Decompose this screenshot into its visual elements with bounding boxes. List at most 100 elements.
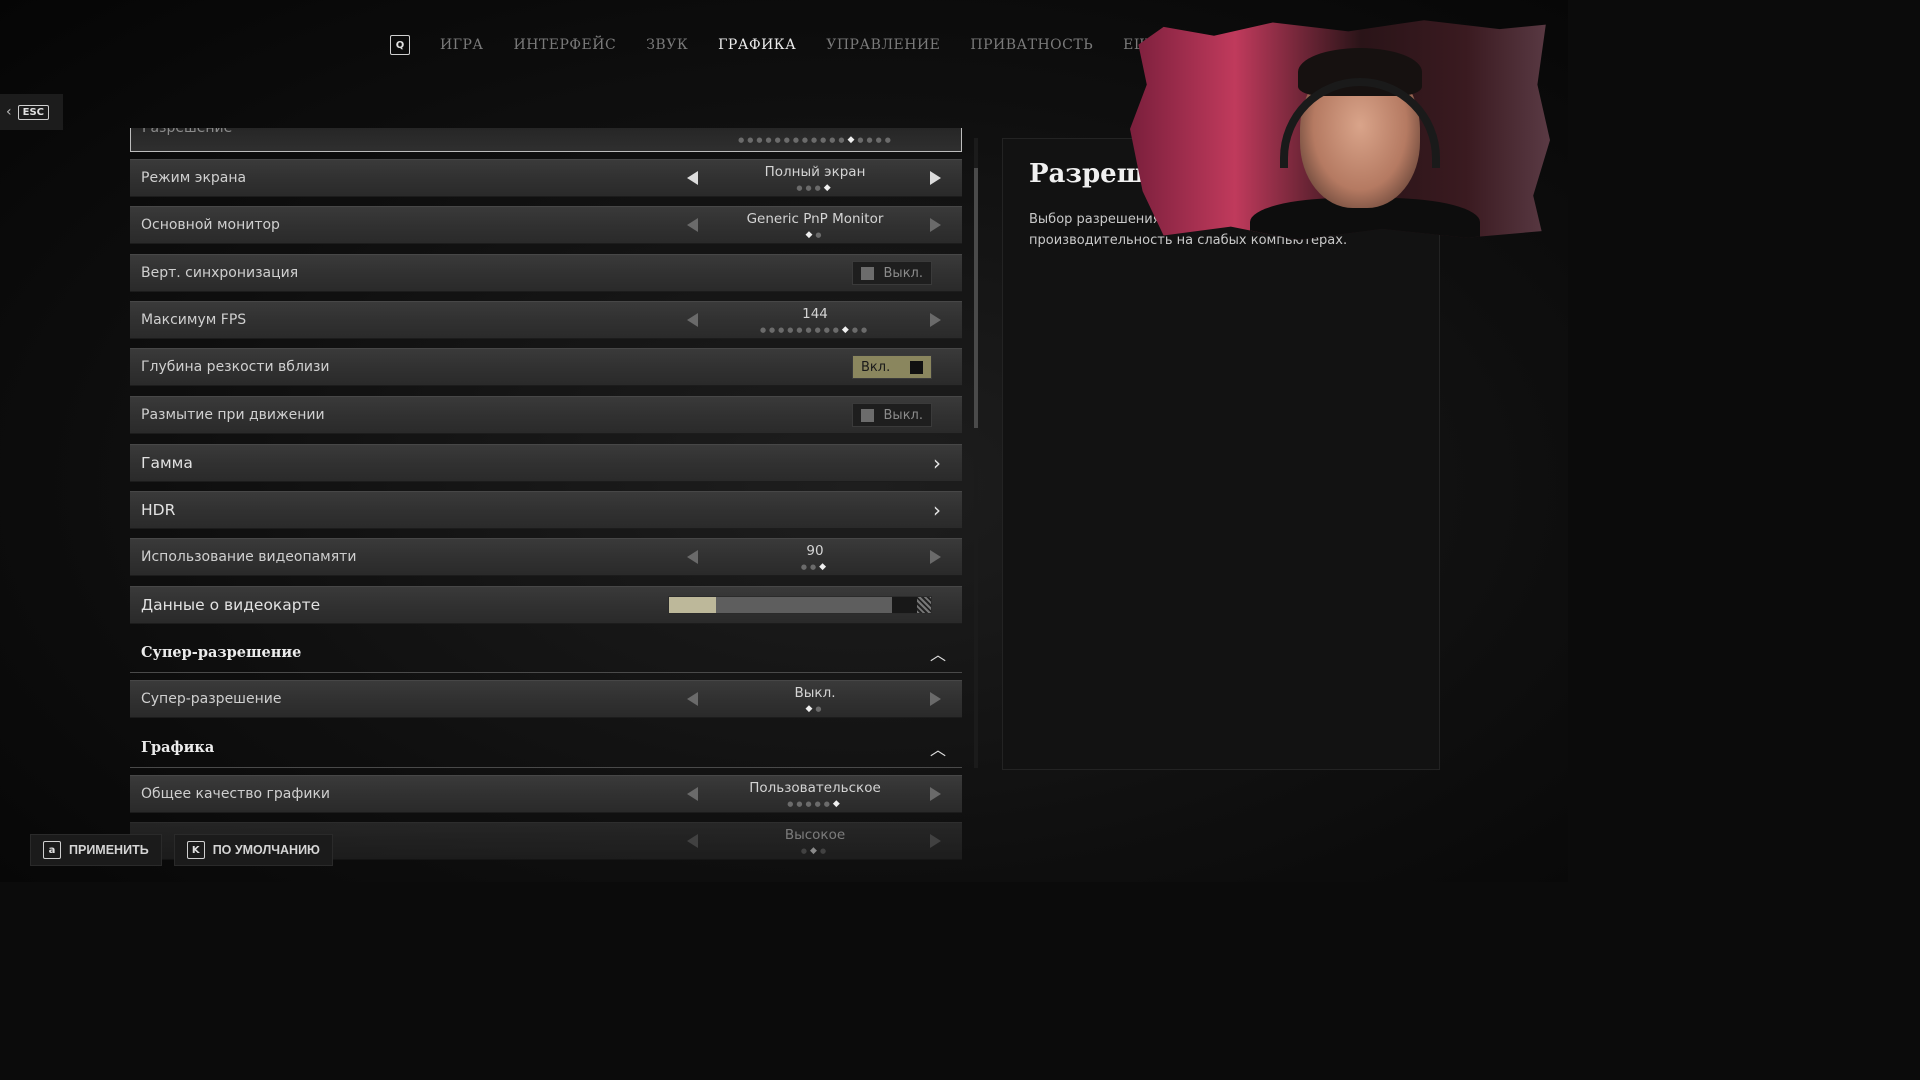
settings-scrollbar[interactable] (974, 138, 978, 768)
toggle-indicator (861, 408, 874, 422)
vram-bar-app (669, 597, 717, 613)
vsync-toggle[interactable]: Выкл. (852, 261, 932, 285)
setting-label: Максимум FPS (141, 312, 247, 328)
setting-max-fps[interactable]: Максимум FPS 144 ●●●●●●●●●◆●● (130, 301, 962, 339)
toggle-state: Выкл. (883, 265, 923, 281)
setting-label: Размытие при движении (141, 407, 325, 423)
toggle-state: Выкл. (883, 407, 923, 423)
setting-value: Высокое (784, 827, 846, 843)
arrow-right-icon[interactable] (930, 171, 941, 185)
arrow-right-icon[interactable] (930, 834, 941, 848)
value-dots: ◆● (805, 704, 825, 714)
tab-graphics[interactable]: ГРАФИКА (718, 37, 796, 53)
setting-label: Общее качество графики (141, 786, 330, 802)
description-panel: Разрешение Выбор разрешения может значит… (1002, 138, 1440, 770)
arrow-left-icon[interactable] (687, 313, 698, 327)
arrow-right-icon[interactable] (930, 550, 941, 564)
chevron-left-icon: ‹ (6, 104, 12, 120)
value-dots: ●●●●●●●●●●●●◆●●●● (738, 135, 894, 145)
setting-overall-quality[interactable]: Общее качество графики Пользовательское … (130, 775, 962, 813)
setting-value: Пользовательское (749, 780, 881, 796)
settings-list: Разрешение ●●●●●●●●●●●●◆●●●● Режим экран… (128, 128, 968, 860)
setting-value: Generic PnP Monitor (746, 211, 884, 227)
toggle-indicator (910, 360, 923, 374)
tab-controls[interactable]: УПРАВЛЕНИЕ (826, 37, 940, 53)
setting-label: Данные о видеокарте (141, 596, 321, 614)
setting-motion-blur[interactable]: Размытие при движении Выкл. (130, 396, 962, 434)
motion-blur-toggle[interactable]: Выкл. (852, 403, 932, 427)
setting-label: Разрешение (142, 128, 233, 136)
setting-label: Гамма (141, 454, 193, 472)
chevron-up-icon[interactable]: ︿ (930, 736, 946, 760)
toggle-indicator (861, 266, 874, 280)
tab-interface[interactable]: ИНТЕРФЕЙС (514, 37, 617, 53)
search-key-icon[interactable]: Q (390, 35, 410, 55)
setting-super-resolution[interactable]: Супер-разрешение Выкл. ◆● (130, 680, 962, 718)
section-super-resolution[interactable]: Супер-разрешение ︿ (130, 633, 962, 673)
webcam-overlay (1130, 20, 1550, 240)
arrow-right-icon[interactable] (930, 218, 941, 232)
setting-gamma[interactable]: Гамма › (130, 444, 962, 482)
arrow-left-icon[interactable] (687, 171, 698, 185)
tab-privacy[interactable]: ПРИВАТНОСТЬ (970, 37, 1093, 53)
chevron-up-icon[interactable]: ︿ (930, 641, 946, 665)
setting-value: 144 (802, 306, 828, 322)
chevron-right-icon: › (933, 498, 941, 522)
setting-label: Использование видеопамяти (141, 549, 357, 565)
setting-vsync[interactable]: Верт. синхронизация Выкл. (130, 254, 962, 292)
setting-label: Основной монитор (141, 217, 280, 233)
arrow-right-icon[interactable] (930, 787, 941, 801)
arrow-left-icon[interactable] (687, 787, 698, 801)
value-dots: ●●◆ (800, 562, 830, 572)
setting-value: Выкл. (794, 685, 836, 701)
top-tabs: Q ИГРА ИНТЕРФЕЙС ЗВУК ГРАФИКА УПРАВЛЕНИЕ… (390, 30, 1161, 60)
arrow-left-icon[interactable] (687, 218, 698, 232)
section-graphics[interactable]: Графика ︿ (130, 728, 962, 768)
toggle-state: Вкл. (861, 359, 891, 375)
default-button[interactable]: K ПО УМОЛЧАНИЮ (173, 834, 333, 866)
setting-value: Полный экран (764, 164, 866, 180)
setting-vram-usage[interactable]: Использование видеопамяти 90 ●●◆ (130, 538, 962, 576)
setting-hdr[interactable]: HDR › (130, 491, 962, 529)
arrow-right-icon[interactable] (930, 313, 941, 327)
setting-gpu-info: Данные о видеокарте (130, 586, 962, 624)
esc-key: ESC (17, 104, 49, 120)
section-title: Графика (141, 739, 215, 756)
setting-label: HDR (141, 501, 176, 519)
setting-label: Супер-разрешение (141, 691, 282, 707)
bottom-actions: a ПРИМЕНИТЬ K ПО УМОЛЧАНИЮ (30, 834, 333, 866)
arrow-left-icon[interactable] (687, 692, 698, 706)
apply-key: a (43, 841, 61, 859)
settings-screen: Q ИГРА ИНТЕРФЕЙС ЗВУК ГРАФИКА УПРАВЛЕНИЕ… (0, 0, 1568, 882)
arrow-left-icon[interactable] (687, 834, 698, 848)
tab-sound[interactable]: ЗВУК (646, 37, 688, 53)
apply-button[interactable]: a ПРИМЕНИТЬ (30, 834, 162, 866)
default-key: K (186, 841, 205, 859)
setting-label: Режим экрана (141, 170, 247, 186)
value-dots: ●●●●●●●●●◆●● (759, 325, 871, 335)
value-dots: ◆● (805, 230, 825, 240)
arrow-left-icon[interactable] (687, 550, 698, 564)
dof-toggle[interactable]: Вкл. (852, 355, 932, 379)
vram-usage-bar (668, 596, 932, 614)
setting-resolution[interactable]: Разрешение ●●●●●●●●●●●●◆●●●● (130, 128, 962, 152)
arrow-right-icon[interactable] (930, 692, 941, 706)
setting-label: Глубина резкости вблизи (141, 359, 330, 375)
value-dots: ●●●◆ (796, 183, 834, 193)
vram-bar-other (716, 597, 892, 613)
tab-game[interactable]: ИГРА (440, 37, 484, 53)
default-label: ПО УМОЛЧАНИЮ (212, 843, 320, 857)
setting-main-monitor[interactable]: Основной монитор Generic PnP Monitor ◆● (130, 206, 962, 244)
scrollbar-thumb[interactable] (974, 168, 978, 428)
value-dots: ●◆● (800, 846, 830, 856)
section-title: Супер-разрешение (141, 644, 302, 661)
setting-near-dof[interactable]: Глубина резкости вблизи Вкл. (130, 348, 962, 386)
apply-label: ПРИМЕНИТЬ (69, 843, 149, 857)
setting-value: 90 (806, 543, 824, 559)
setting-screen-mode[interactable]: Режим экрана Полный экран ●●●◆ (130, 159, 962, 197)
chevron-right-icon: › (933, 451, 941, 475)
setting-label: Верт. синхронизация (141, 265, 299, 281)
back-button[interactable]: ‹ ESC (0, 94, 63, 130)
vram-bar-reserved (917, 597, 931, 613)
value-dots: ●●●●●◆ (787, 799, 843, 809)
